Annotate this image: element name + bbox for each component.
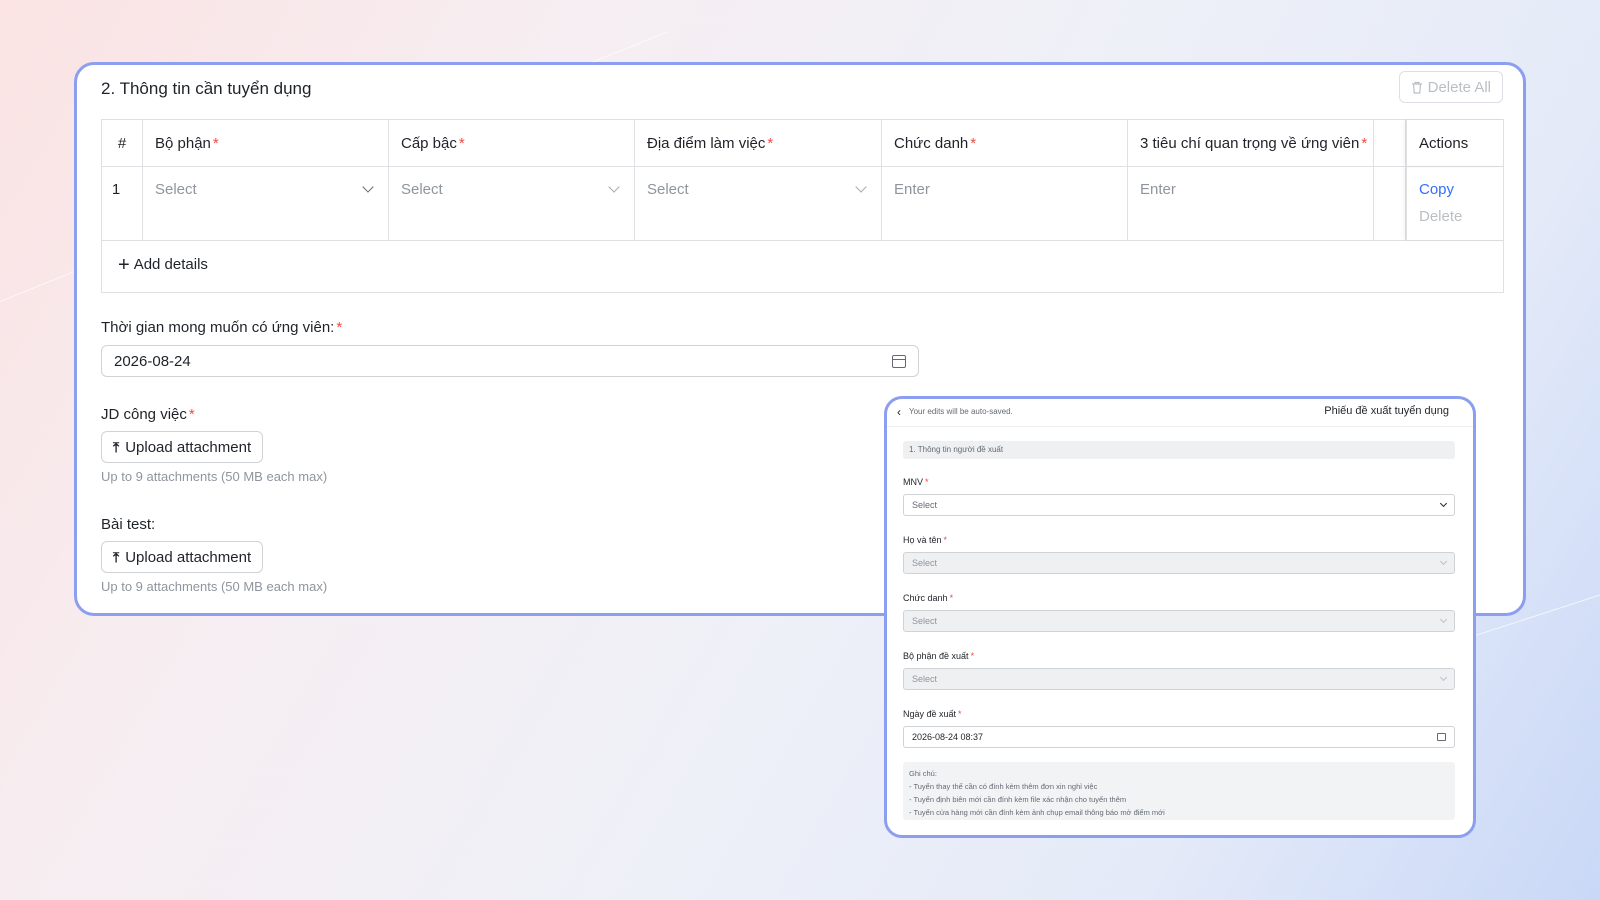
jd-label: JD công việc * <box>101 406 195 423</box>
note-line: - Tuyển định biên mới cần đính kèm file … <box>909 795 1127 804</box>
department-select[interactable]: Select <box>143 167 389 240</box>
mobile-form-title: Phiếu đề xuất tuyển dụng <box>1324 405 1449 417</box>
full-name-label: Họ và tên * <box>903 535 948 545</box>
department-label: Bộ phận đề xuất * <box>903 651 975 661</box>
test-upload-hint: Up to 9 attachments (50 MB each max) <box>101 579 328 594</box>
table-row: 1 Select Select Select Enter Enter Copy … <box>102 167 1503 241</box>
note-line: - Tuyển cửa hàng mới cần đính kèm ảnh ch… <box>909 808 1165 817</box>
chevron-down-icon <box>1439 499 1448 508</box>
row-index: 1 <box>102 167 143 240</box>
chevron-down-icon <box>855 181 867 193</box>
calendar-icon <box>1437 733 1446 741</box>
mobile-form-preview: ‹ Your edits will be auto-saved. Phiếu đ… <box>884 396 1476 838</box>
note-line: - Tuyển thay thế cần có đính kèm thêm đơ… <box>909 782 1098 791</box>
chevron-down-icon <box>362 181 374 193</box>
desired-time-label: Thời gian mong muốn có ứng viên: * <box>101 319 343 336</box>
note-box: Ghi chú: - Tuyển thay thế cần có đính kè… <box>903 762 1455 820</box>
header-index: # <box>102 120 143 166</box>
chevron-down-icon <box>1439 673 1448 682</box>
details-table: # Bộ phận * Cấp bậc * Địa điểm làm việc * C… <box>101 119 1504 293</box>
jd-upload-hint: Up to 9 attachments (50 MB each max) <box>101 469 328 484</box>
copy-link[interactable]: Copy <box>1419 181 1493 198</box>
mnv-label: MNV * <box>903 477 929 487</box>
row-spacer <box>1374 167 1406 240</box>
back-arrow-icon[interactable]: ‹ <box>897 405 901 419</box>
section-title: 2. Thông tin cần tuyển dụng <box>101 79 312 98</box>
mobile-top-bar: ‹ Your edits will be auto-saved. Phiếu đ… <box>887 399 1473 427</box>
criteria-input[interactable]: Enter <box>1128 167 1374 240</box>
upload-icon: ⤒ <box>113 438 120 455</box>
chevron-down-icon <box>608 181 620 193</box>
department-select[interactable]: Select <box>903 668 1455 690</box>
job-title-input[interactable]: Enter <box>882 167 1128 240</box>
row-actions: Copy Delete <box>1406 167 1505 240</box>
header-job-title: Chức danh * <box>882 120 1128 166</box>
delete-all-button[interactable]: Delete All <box>1398 71 1503 103</box>
table-header: # Bộ phận * Cấp bậc * Địa điểm làm việc * C… <box>102 120 1503 167</box>
test-label: Bài test: <box>101 516 156 533</box>
header-criteria: 3 tiêu chí quan trọng về ứng viên * <box>1128 120 1374 166</box>
calendar-icon <box>892 354 906 368</box>
header-spacer <box>1374 120 1406 166</box>
mnv-select[interactable]: Select <box>903 494 1455 516</box>
note-title: Ghi chú: <box>909 769 937 778</box>
chevron-down-icon <box>1439 557 1448 566</box>
location-select[interactable]: Select <box>635 167 882 240</box>
jd-upload-button[interactable]: ⤒ Upload attachment <box>101 431 264 463</box>
header-level: Cấp bậc * <box>389 120 635 166</box>
delete-all-label: Delete All <box>1427 78 1491 96</box>
level-select[interactable]: Select <box>389 167 635 240</box>
add-details-button[interactable]: + Add details <box>118 253 208 276</box>
header-actions: Actions <box>1406 120 1505 166</box>
desired-time-date-input[interactable]: 2026-08-24 <box>101 345 919 377</box>
proposal-date-label: Ngày đề xuất * <box>903 709 962 719</box>
table-footer: + Add details <box>102 241 1503 293</box>
chevron-down-icon <box>1439 615 1448 624</box>
job-title-label: Chức danh * <box>903 593 954 603</box>
header-location: Địa điểm làm việc * <box>635 120 882 166</box>
trash-icon <box>1411 81 1422 94</box>
autosave-text: Your edits will be auto-saved. <box>909 407 1013 416</box>
job-title-select[interactable]: Select <box>903 610 1455 632</box>
mobile-section-header: 1. Thông tin người đề xuất <box>903 441 1455 459</box>
header-department: Bộ phận * <box>143 120 389 166</box>
proposal-date-input[interactable]: 2026-08-24 08:37 <box>903 726 1455 748</box>
test-upload-button[interactable]: ⤒ Upload attachment <box>101 541 264 573</box>
plus-icon: + <box>118 253 130 276</box>
full-name-select[interactable]: Select <box>903 552 1455 574</box>
upload-icon: ⤒ <box>113 548 120 565</box>
delete-link[interactable]: Delete <box>1419 208 1493 225</box>
